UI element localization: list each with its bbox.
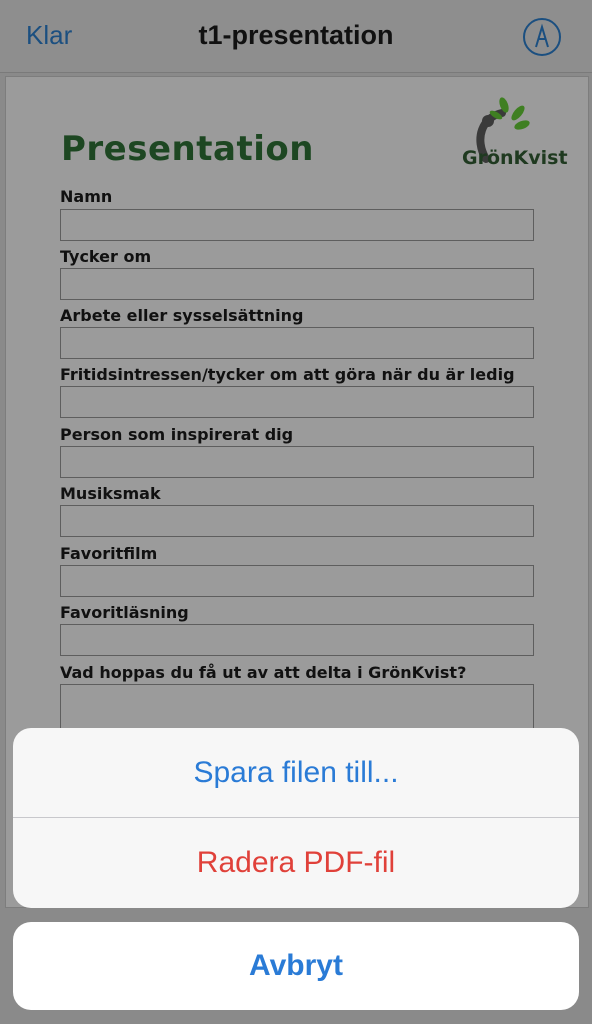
field-input-favoritlasning[interactable] [60, 624, 534, 656]
delete-pdf-button[interactable]: Radera PDF-fil [13, 818, 579, 907]
field-label-musiksmak: Musiksmak [60, 484, 161, 503]
field-label-vad-hoppas: Vad hoppas du få ut av att delta i GrönK… [60, 663, 467, 682]
navigation-bar: Klar t1-presentation [0, 0, 592, 73]
field-input-tycker-om[interactable] [60, 268, 534, 300]
field-input-namn[interactable] [60, 209, 534, 241]
field-label-arbete: Arbete eller sysselsättning [60, 306, 304, 325]
markup-pen-icon[interactable] [522, 17, 562, 57]
nav-title: t1-presentation [198, 20, 394, 50]
field-input-person[interactable] [60, 446, 534, 478]
field-label-fritidsintressen: Fritidsintressen/tycker om att göra när … [60, 365, 515, 384]
field-input-musiksmak[interactable] [60, 505, 534, 537]
cancel-button[interactable]: Avbryt [13, 922, 579, 1010]
document-heading: Presentation [61, 129, 314, 169]
field-input-fritidsintressen[interactable] [60, 386, 534, 418]
field-label-person: Person som inspirerat dig [60, 425, 294, 444]
field-input-arbete[interactable] [60, 327, 534, 359]
save-file-button[interactable]: Spara filen till... [13, 728, 579, 817]
field-label-tycker-om: Tycker om [60, 247, 152, 266]
field-label-favoritfilm: Favoritfilm [60, 544, 158, 563]
action-sheet: Spara filen till... Radera PDF-fil [13, 728, 579, 908]
logo-wordmark: GrönKvist [462, 147, 568, 169]
field-input-favoritfilm[interactable] [60, 565, 534, 597]
field-label-namn: Namn [60, 187, 113, 206]
field-label-favoritlasning: Favoritläsning [60, 603, 189, 622]
